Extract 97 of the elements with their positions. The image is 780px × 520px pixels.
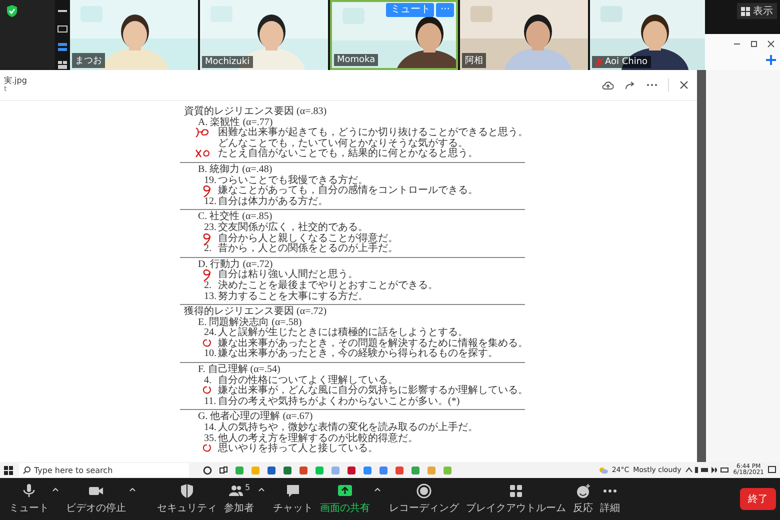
item-number: 24. bbox=[204, 328, 216, 339]
caret-icon[interactable] bbox=[129, 487, 136, 492]
section-title: 獲得的レジリエンス要因 (α=.72) bbox=[183, 307, 328, 318]
participant-name: Momoka bbox=[337, 55, 376, 65]
share-icon[interactable] bbox=[624, 80, 636, 90]
people-icon bbox=[228, 483, 244, 499]
toolbar-button[interactable]: ビデオの停止 bbox=[63, 483, 129, 515]
item-text: 自分から人と親しくなることが得意だ。 bbox=[218, 234, 398, 244]
item-number: 12. bbox=[204, 196, 216, 208]
item-text: 自分は粘り強い人間だと思う。 bbox=[218, 270, 358, 280]
toolbar-button[interactable]: レコーディング bbox=[386, 483, 462, 515]
more-icon bbox=[602, 489, 618, 493]
caret-icon[interactable] bbox=[258, 487, 265, 492]
smiley-icon bbox=[575, 483, 591, 499]
item-number: 23. bbox=[204, 222, 216, 234]
item-text: 嫌な出来事があったとき，その問題を解決するために情報を集める。 bbox=[218, 338, 528, 349]
toolbar-button[interactable]: ブレイクアウトルーム bbox=[463, 483, 569, 515]
item-text: 嫌な出来事があったとき，今の経験から得られるものを探す。 bbox=[218, 349, 498, 360]
item-text: 自分の考えや気持ちがよくわからないことが多い。(*) bbox=[218, 396, 460, 408]
participant-count: 5 bbox=[244, 483, 250, 492]
group-heading: F. 自己理解 (α=.54) bbox=[198, 365, 282, 376]
item-text: 嫌なことがあっても，自分の感情をコントロールできる。 bbox=[218, 186, 478, 196]
plus-icon[interactable] bbox=[765, 54, 777, 66]
search-icon[interactable] bbox=[23, 466, 31, 474]
item-text: 自分は体力がある方だ。 bbox=[218, 196, 328, 208]
item-number: 13. bbox=[204, 292, 216, 302]
item-text: 人と誤解が生じたときには積極的に話をしようとする。 bbox=[218, 328, 468, 338]
search-input[interactable]: Type here to search bbox=[34, 464, 185, 476]
item-number: 2. bbox=[204, 244, 212, 255]
item-text: 交友関係が広く，社交的である。 bbox=[218, 222, 368, 233]
group-heading: B. 統御力 (α=.48) bbox=[198, 164, 274, 176]
close-icon[interactable] bbox=[679, 80, 689, 90]
item-text: 思いやりを持って人と接している。 bbox=[218, 444, 378, 455]
toolbar-button[interactable]: チャット bbox=[270, 483, 316, 515]
cloud-icon[interactable] bbox=[602, 80, 614, 90]
item-number: 11. bbox=[204, 396, 216, 408]
item-text: 自分の性格についてよく理解している。 bbox=[218, 376, 398, 386]
handwritten-mark bbox=[195, 126, 211, 140]
group-heading: A. 楽観性 (α=.77) bbox=[198, 118, 273, 128]
close-icon[interactable] bbox=[767, 40, 775, 48]
handwritten-mark bbox=[201, 232, 213, 246]
search-field[interactable]: Type here to search bbox=[19, 463, 189, 477]
item-number: 19. bbox=[204, 176, 216, 186]
weather-icon bbox=[598, 466, 608, 474]
participant-name: まつお bbox=[75, 55, 102, 67]
item-number: 2. bbox=[204, 280, 212, 292]
item-text: 決めたことを最後までやりとおすことができる。 bbox=[218, 280, 438, 291]
windows-icon[interactable] bbox=[4, 466, 13, 474]
toolbar-button[interactable]: 5 参加者 bbox=[221, 483, 257, 515]
item-text: 困難な出来事が起きても，どうにか切り抜けることができると思う。 bbox=[218, 128, 528, 138]
item-text: 他人の考え方を理解するのが比較的得意だ。 bbox=[218, 434, 418, 444]
group-heading: G. 他者心理の理解 (α=.67) bbox=[198, 412, 314, 422]
item-text: 昔から，人との関係をとるのが上手だ。 bbox=[218, 244, 398, 255]
item-text: たとえ自信がないことでも，結果的に何とかなると思う。 bbox=[218, 149, 478, 160]
handwritten-mark bbox=[201, 268, 213, 282]
section-title: 資質的レジリエンス要因 (α=.83) bbox=[183, 107, 328, 117]
item-text: 嫌な出来事が，どんな風に自分の気持ちに影響するか理解している。 bbox=[218, 386, 528, 396]
group-heading: D. 行動力 (α=.72) bbox=[198, 260, 273, 270]
tray-icons[interactable] bbox=[685, 466, 730, 474]
toolbar-button[interactable]: セキュリティ bbox=[154, 483, 220, 515]
view-button[interactable]: 表示 bbox=[737, 3, 777, 19]
participant-name: Aoi Chino bbox=[605, 57, 648, 67]
caret-icon[interactable] bbox=[52, 487, 59, 492]
group-heading: C. 社交性 (α=.85) bbox=[198, 212, 272, 222]
item-number: 10. bbox=[204, 349, 216, 360]
toolbar-button[interactable]: 画面の共有 bbox=[317, 483, 373, 515]
file-name: 実.jpg bbox=[4, 76, 27, 85]
cortana-icon[interactable] bbox=[203, 466, 212, 474]
grid-icon bbox=[741, 6, 750, 16]
task-view-icon[interactable] bbox=[219, 466, 228, 474]
view-icon[interactable] bbox=[57, 24, 68, 34]
handwritten-mark bbox=[201, 184, 213, 198]
toolbar-button[interactable]: 反応 bbox=[570, 483, 596, 515]
end-meeting-button[interactable]: 終了 bbox=[740, 488, 776, 510]
caret-icon[interactable] bbox=[374, 487, 381, 492]
item-number: 14. bbox=[204, 423, 216, 434]
maximize-icon[interactable] bbox=[750, 40, 758, 48]
list-icon[interactable] bbox=[57, 42, 68, 52]
participant-name: Mochizuki bbox=[205, 57, 250, 67]
item-number: 35. bbox=[204, 434, 216, 444]
toolbar-button[interactable]: ミュート bbox=[6, 483, 52, 515]
item-text: つらいことでも我慢できる方だ。 bbox=[218, 176, 368, 186]
item-text: どんなことでも，たいてい何とかなりそうな気がする。 bbox=[218, 138, 468, 149]
group-heading: E. 問題解決志向 (α=.58) bbox=[198, 318, 303, 328]
item-text: 努力することを大事にする方だ。 bbox=[218, 292, 368, 302]
record-icon bbox=[416, 483, 432, 499]
participant-name: 阿相 bbox=[465, 54, 483, 67]
grid-icon bbox=[508, 483, 524, 499]
microphone-icon bbox=[21, 483, 37, 499]
toolbar-button[interactable]: 詳細 bbox=[597, 483, 623, 515]
shield-icon bbox=[6, 4, 18, 18]
notification-icon[interactable] bbox=[768, 466, 776, 474]
item-text: 人の気持ちや，微妙な表情の変化を読み取るのが上手だ。 bbox=[218, 423, 478, 434]
shield-icon bbox=[179, 483, 195, 499]
gallery-icon[interactable] bbox=[57, 60, 68, 70]
chat-bubble-icon bbox=[285, 483, 301, 499]
item-number: 4. bbox=[204, 376, 212, 386]
